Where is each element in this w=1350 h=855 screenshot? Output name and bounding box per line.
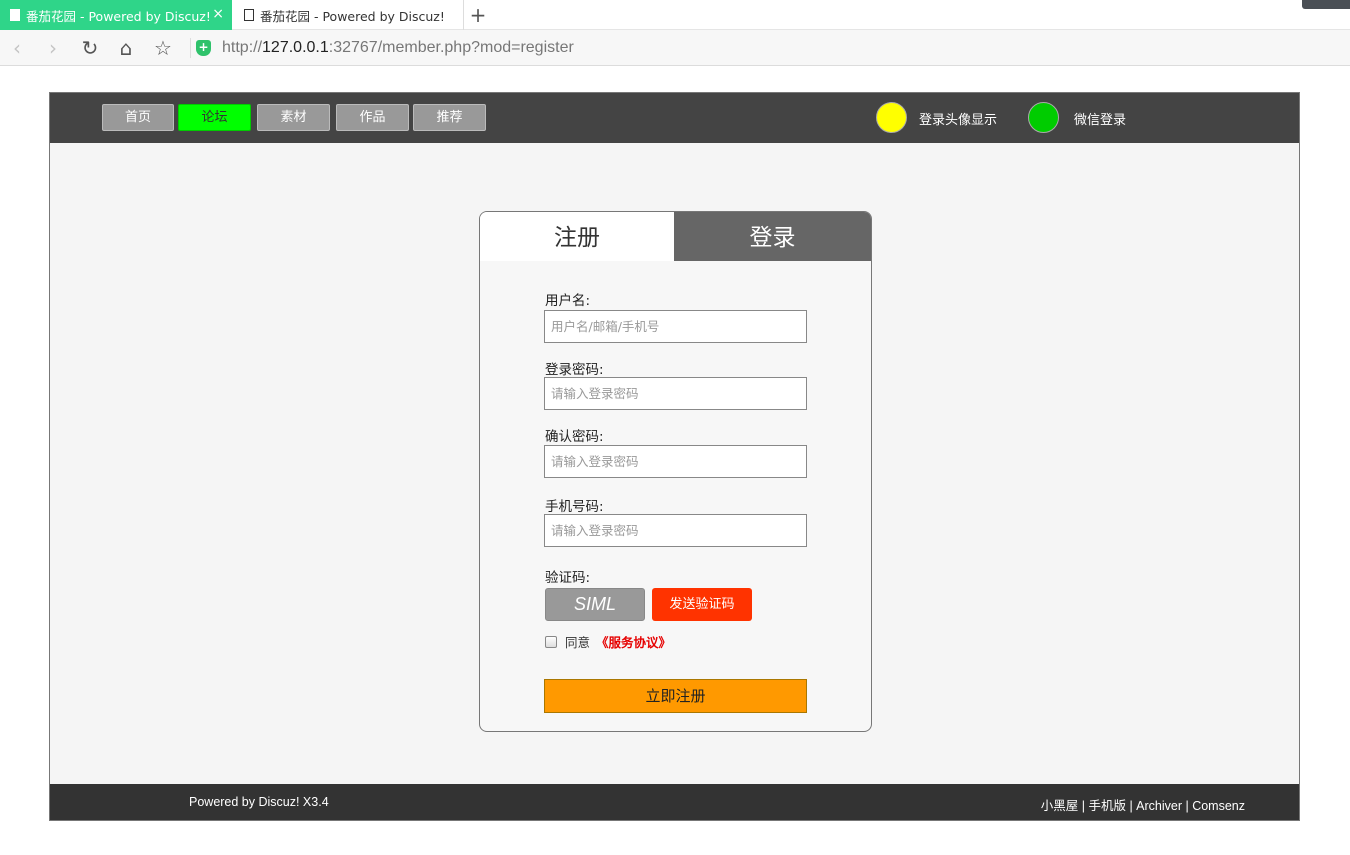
nav-item-materials[interactable]: 素材 (257, 104, 330, 131)
home-icon[interactable]: ⌂ (115, 37, 137, 59)
divider (190, 38, 191, 58)
back-icon[interactable]: ‹ (6, 37, 28, 59)
tab-login[interactable]: 登录 (674, 212, 871, 261)
terms-link[interactable]: 《服务协议》 (596, 632, 671, 651)
browser-tab-inactive[interactable]: 番茄花园 - Powered by Discuz! (232, 0, 464, 30)
reload-icon[interactable]: ↻ (79, 37, 101, 59)
tab-register[interactable]: 注册 (480, 212, 674, 261)
window-controls[interactable] (1302, 0, 1350, 9)
register-panel: 注册 登录 用户名: 登录密码: 确认密码: 手机号码: 验证码: SIML 发… (479, 211, 872, 732)
footer-powered[interactable]: Powered by Discuz! X3.4 (189, 795, 329, 809)
phone-label: 手机号码: (545, 499, 604, 515)
wechat-login-label[interactable]: 微信登录 (1074, 109, 1126, 128)
shield-icon[interactable]: + (196, 40, 211, 56)
new-tab-button[interactable]: + (468, 3, 488, 27)
username-label: 用户名: (545, 293, 591, 309)
close-tab-icon[interactable]: × (212, 7, 224, 21)
send-code-button[interactable]: 发送验证码 (652, 588, 752, 621)
footer: Powered by Discuz! X3.4 小黑屋 | 手机版 | Arch… (50, 784, 1299, 820)
password-input[interactable] (544, 377, 807, 410)
nav-item-home[interactable]: 首页 (102, 104, 174, 131)
register-submit-button[interactable]: 立即注册 (544, 679, 807, 713)
wechat-circle[interactable] (1028, 102, 1059, 133)
password-label: 登录密码: (545, 362, 604, 378)
url-prefix: http:// (222, 39, 263, 56)
confirm-password-input[interactable] (544, 445, 807, 478)
document-icon (244, 9, 254, 21)
nav-item-recommend[interactable]: 推荐 (413, 104, 486, 131)
captcha-image[interactable]: SIML (545, 588, 645, 621)
top-nav: 首页 论坛 素材 作品 推荐 登录头像显示 微信登录 (50, 93, 1299, 143)
url-path: :32767/member.php?mod=register (328, 39, 574, 56)
auth-tabs: 注册 登录 (480, 212, 871, 261)
nav-item-forum[interactable]: 论坛 (178, 104, 251, 131)
agree-checkbox[interactable] (545, 635, 557, 648)
avatar-login-label[interactable]: 登录头像显示 (919, 109, 997, 128)
document-icon (10, 9, 20, 21)
verify-code-label: 验证码: (545, 570, 591, 586)
agree-text: 同意 (565, 635, 591, 650)
footer-links[interactable]: 小黑屋 | 手机版 | Archiver | Comsenz (1041, 795, 1245, 814)
agree-row: 同意 《服务协议》 (545, 632, 671, 651)
url-host: 127.0.0.1 (262, 39, 329, 56)
star-icon[interactable]: ☆ (152, 37, 174, 59)
page-frame: 首页 论坛 素材 作品 推荐 登录头像显示 微信登录 注册 登录 用户名: 登录… (49, 92, 1300, 821)
confirm-password-label: 确认密码: (545, 429, 604, 445)
forward-icon[interactable]: › (42, 37, 64, 59)
url-field[interactable]: http://127.0.0.1:32767/member.php?mod=re… (222, 39, 574, 57)
phone-input[interactable] (544, 514, 807, 547)
browser-tabbar: 番茄花园 - Powered by Discuz! × 番茄花园 - Power… (0, 0, 1350, 30)
browser-tab-active[interactable]: 番茄花园 - Powered by Discuz! × (0, 0, 232, 30)
avatar-circle[interactable] (876, 102, 907, 133)
tab-title: 番茄花园 - Powered by Discuz! (26, 8, 211, 24)
username-input[interactable] (544, 310, 807, 343)
nav-item-works[interactable]: 作品 (336, 104, 409, 131)
tab-title: 番茄花园 - Powered by Discuz! (260, 8, 445, 24)
address-toolbar: ‹ › ↻ ⌂ ☆ + http://127.0.0.1:32767/membe… (0, 30, 1350, 66)
